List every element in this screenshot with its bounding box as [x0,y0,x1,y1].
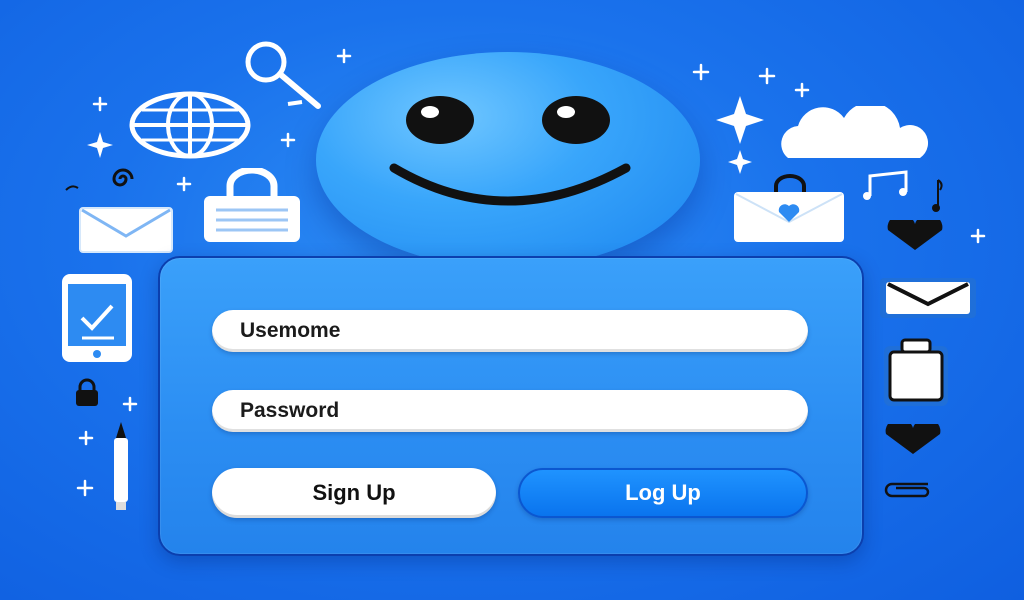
heart-mail-icon [732,174,846,244]
login-label: Log Up [625,480,701,505]
password-placeholder: Password [240,399,340,422]
heart-icon [884,220,946,252]
spiral-icon [106,166,140,192]
login-button[interactable]: Log Up [518,468,808,518]
signup-button[interactable]: Sign Up [212,468,496,518]
smiley-features [389,96,631,206]
login-panel: Usemome Password Sign Up Log Up [158,256,864,556]
music-note-small-icon [930,178,948,214]
lock-icon [200,168,304,244]
mail-icon [78,206,174,254]
signup-label: Sign Up [312,480,396,505]
pen-icon [106,420,136,512]
heart-icon-lower [882,424,944,456]
music-note-icon [862,170,912,202]
smartphone-checkmark-icon [60,272,134,364]
username-placeholder: Usemome [240,319,341,342]
cloud-icon [774,106,936,160]
padlock-icon [72,378,102,408]
smiley-face [316,52,700,268]
paperclip-icon [880,478,936,500]
clipboard-icon [880,334,952,408]
mail-icon-right [878,276,978,320]
password-field[interactable]: Password [212,390,808,432]
globe-icon [128,90,252,160]
username-field[interactable]: Usemome [212,310,808,352]
search-icon [240,40,330,116]
